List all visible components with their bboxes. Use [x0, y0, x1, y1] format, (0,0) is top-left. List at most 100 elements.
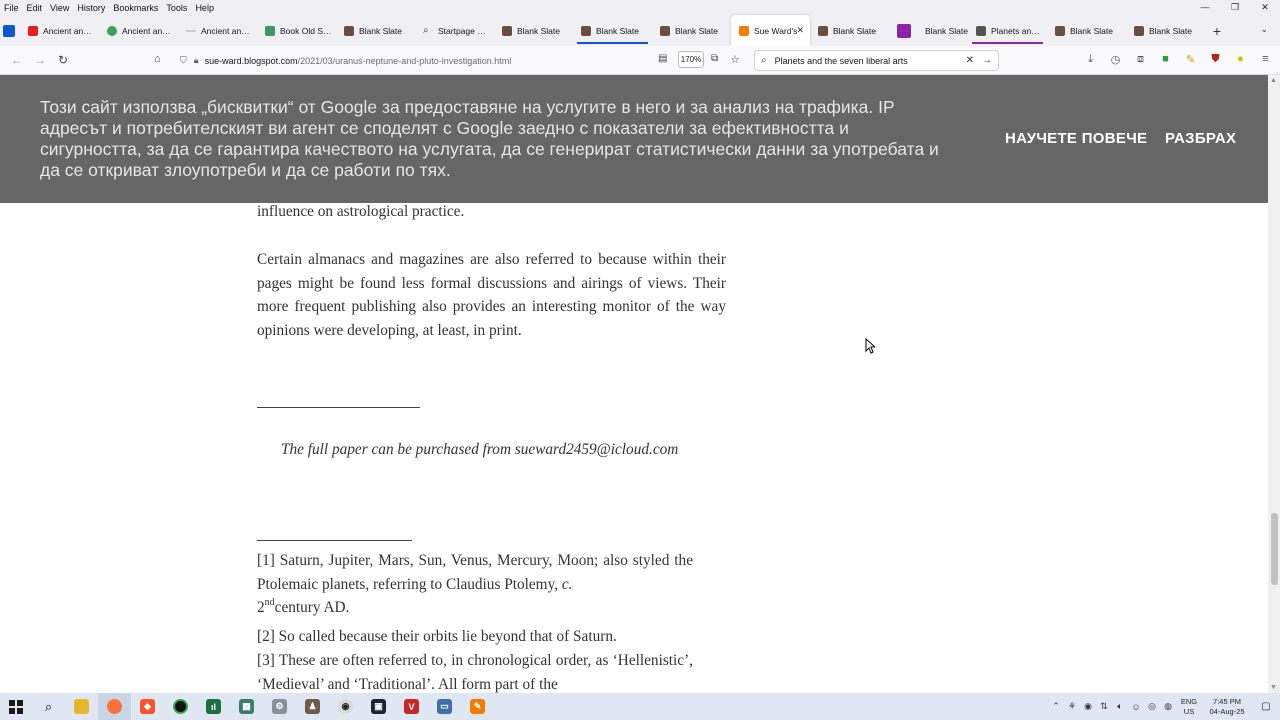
- menu-tools[interactable]: Tools: [162, 3, 191, 13]
- paragraph-continuation: influence on astrological practice.: [257, 203, 465, 220]
- list-tabs-icon[interactable]: ⌄: [1260, 24, 1268, 35]
- browser-tab[interactable]: Blank Slate: [889, 15, 968, 46]
- footnote-2: [2] So called because their orbits lie b…: [257, 628, 617, 645]
- tab-label: Blank Slate: [596, 25, 639, 36]
- scroll-down-icon[interactable]: ▼: [1270, 684, 1277, 691]
- browser-tab[interactable]: Blank Slate: [1047, 15, 1126, 46]
- extension-coin-icon[interactable]: ●: [1228, 53, 1253, 66]
- grid-app-icon[interactable]: ▦: [230, 693, 263, 720]
- go-arrow-icon[interactable]: →: [982, 55, 992, 66]
- browser-tab[interactable]: Planets and th: [968, 15, 1047, 46]
- back-arrow-icon[interactable]: ←: [11, 53, 23, 67]
- search-icon: ⌕: [761, 55, 767, 66]
- menu-bookmarks[interactable]: Bookmarks: [109, 3, 162, 13]
- reload-icon[interactable]: ↻: [58, 53, 68, 67]
- volume-icon[interactable]: 🔈︎: [1112, 701, 1128, 712]
- extensions-icon[interactable]: ⧈: [1128, 53, 1153, 66]
- slate-icon: [1055, 25, 1065, 36]
- downloads-icon[interactable]: ⤓: [1078, 53, 1103, 66]
- bookmark-star-icon[interactable]: ☆: [730, 53, 740, 66]
- scrollbar-thumb[interactable]: [1271, 513, 1278, 585]
- browser-tab[interactable]: Blank Slate: [336, 15, 415, 46]
- browser-tab[interactable]: Ancient and Ch: [99, 15, 178, 46]
- tray-disc-icon[interactable]: ◍: [1160, 701, 1176, 712]
- network-icon[interactable]: ⇅: [1096, 701, 1112, 712]
- restore-button[interactable]: ❐: [1220, 0, 1250, 15]
- tab-label: Startpage Sear: [438, 25, 490, 36]
- scroll-up-icon[interactable]: ▲: [1270, 77, 1277, 84]
- close-window-button[interactable]: ✕: [1250, 0, 1280, 15]
- circle-app-icon[interactable]: ◉: [329, 693, 362, 720]
- taskbar-search-icon[interactable]: ⌕: [32, 693, 65, 720]
- play-icon: [107, 25, 117, 36]
- browser-tab[interactable]: Blank Slate: [652, 15, 731, 46]
- translate-icon[interactable]: ⧉: [711, 53, 718, 64]
- page-scrollbar[interactable]: ▲ ▼: [1268, 75, 1280, 693]
- shield-icon[interactable]: ⛉: [180, 55, 187, 66]
- browser-tab[interactable]: Blank Slate: [494, 15, 573, 46]
- brave-icon[interactable]: ◆: [131, 693, 164, 720]
- menu-view[interactable]: View: [46, 3, 73, 13]
- browser-tab[interactable]: Blank Slate: [810, 15, 889, 46]
- clock[interactable]: 7:45 PM 04-Aug-25: [1202, 697, 1252, 717]
- show-hidden-icons[interactable]: ⌃: [1048, 701, 1064, 712]
- menu-edit[interactable]: Edit: [23, 3, 47, 13]
- tray-app-icon[interactable]: ⚘: [1064, 701, 1080, 712]
- page-icon: [976, 25, 986, 36]
- slate-icon: [1134, 25, 1144, 36]
- footnote-1: [1] Saturn, Jupiter, Mars, Sun, Venus, M…: [257, 549, 693, 620]
- browser-tab-active[interactable]: Sue Ward's ✕: [731, 15, 810, 46]
- green-app-icon[interactable]: [164, 693, 197, 720]
- chart-app-icon[interactable]: ıl: [197, 693, 230, 720]
- menu-history[interactable]: History: [73, 3, 109, 13]
- tab-label: Ancient and Ch: [201, 25, 253, 36]
- extension-shield-icon[interactable]: ⛊: [1203, 53, 1228, 66]
- tray-record-icon[interactable]: ◉: [1080, 701, 1096, 712]
- start-button[interactable]: [0, 693, 32, 720]
- browser-tab[interactable]: Ancient and Ch: [20, 15, 99, 46]
- firefox-icon[interactable]: [98, 693, 131, 720]
- red-app-icon[interactable]: V: [395, 693, 428, 720]
- settings-icon[interactable]: ⚙: [263, 693, 296, 720]
- accept-cookies-button[interactable]: РАЗБРАХ: [1165, 130, 1236, 147]
- notifications-icon[interactable]: ▢: [1252, 701, 1280, 712]
- tray-circle-icon[interactable]: ◎: [1144, 701, 1160, 712]
- url-path: /2021/03/uranus-neptune-and-pluto-invest…: [297, 55, 512, 66]
- history-icon[interactable]: ◷: [1103, 53, 1128, 66]
- tab-overflow[interactable]: [0, 15, 20, 46]
- menu-help[interactable]: Help: [191, 3, 218, 13]
- learn-more-button[interactable]: НАУЧЕТЕ ПОВЕЧЕ: [1005, 130, 1147, 147]
- lock-icon[interactable]: 🔒︎: [194, 55, 199, 66]
- book-icon: [265, 25, 275, 36]
- zoom-level[interactable]: 170%: [678, 51, 704, 68]
- extension-green-icon[interactable]: ■: [1153, 53, 1178, 66]
- minimize-button[interactable]: —: [1190, 0, 1220, 15]
- slate-icon: [502, 25, 512, 36]
- extension-pen-icon[interactable]: ✎: [1178, 53, 1203, 66]
- browser-tab[interactable]: ⌕ Startpage Sear: [415, 15, 494, 46]
- menu-file[interactable]: File: [0, 3, 23, 13]
- tab-label: Sue Ward's: [754, 25, 798, 36]
- reader-view-icon[interactable]: ▤: [658, 53, 667, 64]
- toolbar-icons: ⤓ ◷ ⧈ ■ ✎ ⛊ ● ≡: [1078, 53, 1278, 66]
- close-tab-icon[interactable]: ✕: [796, 25, 804, 36]
- browser-tab[interactable]: Blank Slate: [573, 15, 652, 46]
- dark-app-icon[interactable]: ▣: [362, 693, 395, 720]
- tab-label: Blank Slate: [1070, 25, 1113, 36]
- media-app-icon[interactable]: ♟: [296, 693, 329, 720]
- new-tab-button[interactable]: +: [1205, 23, 1229, 39]
- slate-icon: [344, 25, 354, 36]
- orange-app-icon[interactable]: ✎: [461, 693, 494, 720]
- tray-chat-icon[interactable]: ☺: [1128, 702, 1144, 712]
- browser-tab[interactable]: Ancient and Ch: [178, 15, 257, 46]
- file-explorer-icon[interactable]: [65, 693, 98, 720]
- search-field[interactable]: ⌕ Planets and the seven liberal arts ✕ →: [754, 50, 999, 71]
- browser-tab[interactable]: Blank Slate: [1126, 15, 1205, 46]
- forward-arrow-icon[interactable]: →: [34, 53, 46, 67]
- window-app-icon[interactable]: ▭: [428, 693, 461, 720]
- clear-search-icon[interactable]: ✕: [966, 55, 974, 66]
- language-indicator[interactable]: ENG US: [1176, 697, 1202, 717]
- slate-icon: [581, 25, 591, 36]
- browser-tab[interactable]: Book Old Stud: [257, 15, 336, 46]
- app-menu-icon[interactable]: ≡: [1253, 53, 1278, 66]
